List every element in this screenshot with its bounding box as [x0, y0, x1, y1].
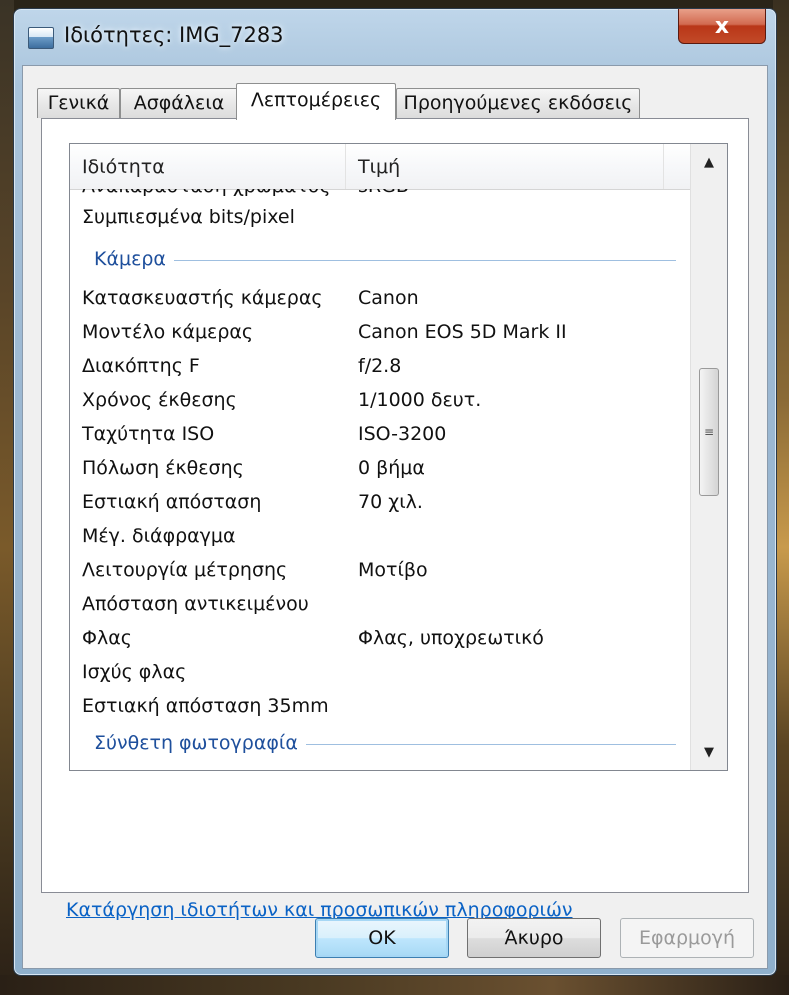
title-bar[interactable]: Ιδιότητες: IMG_7283 x [14, 9, 776, 65]
property-name: Χρόνος έκθεσης [82, 389, 237, 411]
list-item[interactable]: Συμπιεσμένα bits/pixel [70, 201, 690, 235]
list-item[interactable]: Ισχύς φλας [70, 656, 690, 690]
list-item[interactable]: Πόλωση έκθεσης 0 βήμα [70, 452, 690, 486]
property-value: 1/1000 δευτ. [358, 389, 482, 411]
group-label: Σύνθετη φωτογραφία [94, 732, 306, 754]
property-name: Κατασκευαστής κάμερας [82, 287, 323, 309]
grip-icon: ≡ [703, 425, 715, 439]
property-value: 0 βήμα [358, 457, 425, 479]
property-name: Λειτουργία μέτρησης [82, 559, 288, 581]
property-name: Φλας [82, 627, 132, 649]
scrollbar-thumb[interactable]: ≡ [699, 368, 719, 496]
property-name: Συμπιεσμένα bits/pixel [82, 206, 295, 228]
property-name: Ταχύτητα ISO [82, 423, 215, 445]
details-tab-panel: Ιδιότητα Τιμή Αναπαράσταση χρώματος sRGB… [41, 118, 749, 921]
group-label: Κάμερα [94, 248, 174, 270]
properties-dialog: Ιδιότητες: IMG_7283 x Γενικά Ασφάλεια Λε… [13, 8, 777, 976]
cancel-button[interactable]: Άκυρο [467, 918, 601, 958]
list-item[interactable]: Λειτουργία μέτρησης Μοτίβο [70, 554, 690, 588]
apply-button[interactable]: Εφαρμογή [620, 918, 754, 958]
group-header-composite-photo: Σύνθετη φωτογραφία [70, 726, 690, 762]
details-list[interactable]: Ιδιότητα Τιμή Αναπαράσταση χρώματος sRGB… [69, 143, 728, 771]
list-item[interactable]: Κατασκευαστής κάμερας Canon [70, 282, 690, 316]
property-name: Εστιακή απόσταση [82, 491, 262, 513]
window-title: Ιδιότητες: IMG_7283 [64, 23, 284, 47]
property-value: Μοτίβο [358, 559, 428, 581]
property-value: ISO-3200 [358, 423, 447, 445]
list-item[interactable]: Εστιακή απόσταση 70 χιλ. [70, 486, 690, 520]
group-header-camera: Κάμερα [70, 242, 690, 278]
list-item[interactable]: Μέγ. διάφραγμα [70, 520, 690, 554]
property-value: Canon [358, 287, 419, 309]
property-value: sRGB [358, 189, 409, 197]
close-icon: x [714, 13, 730, 39]
property-name: Μέγ. διάφραγμα [82, 525, 236, 547]
list-header: Ιδιότητα Τιμή [70, 144, 690, 190]
list-item[interactable]: Χρόνος έκθεσης 1/1000 δευτ. [70, 384, 690, 418]
tab-previous-versions[interactable]: Προηγούμενες εκδόσεις [396, 88, 640, 118]
list-rows: Αναπαράσταση χρώματος sRGB Συμπιεσμένα b… [70, 189, 690, 770]
desktop-background-left [0, 0, 14, 995]
property-name: Εστιακή απόσταση 35mm [82, 695, 329, 717]
property-name: Ισχύς φλας [82, 661, 187, 683]
list-item[interactable]: Μοντέλο κάμερας Canon EOS 5D Mark II [70, 316, 690, 350]
property-name: Διακόπτης F [82, 355, 200, 377]
list-item[interactable]: Εστιακή απόσταση 35mm [70, 690, 690, 724]
close-button[interactable]: x [678, 9, 766, 44]
tab-security[interactable]: Ασφάλεια [120, 88, 238, 118]
property-name: Μοντέλο κάμερας [82, 321, 254, 343]
list-item[interactable]: Απόσταση αντικειμένου [70, 588, 690, 622]
scroll-up-arrow-icon[interactable]: ▲ [691, 144, 727, 180]
ok-button[interactable]: OK [315, 918, 449, 958]
vertical-scrollbar[interactable]: ▲ ≡ ▼ [690, 144, 727, 770]
property-value: f/2.8 [358, 355, 402, 377]
property-value: 70 χιλ. [358, 491, 423, 513]
scroll-down-arrow-icon[interactable]: ▼ [691, 734, 727, 770]
group-divider [94, 260, 676, 261]
tab-details[interactable]: Λεπτομέρειες [236, 83, 396, 120]
property-name: Αναπαράσταση χρώματος [82, 189, 331, 197]
property-name: Απόσταση αντικειμένου [82, 593, 309, 615]
desktop-background-bottom [0, 975, 789, 995]
image-file-icon [28, 27, 54, 49]
property-value: Φλας, υποχρεωτικό [358, 627, 544, 649]
dialog-client-area: Γενικά Ασφάλεια Λεπτομέρειες Προηγούμενε… [22, 65, 768, 969]
column-header-property[interactable]: Ιδιότητα [70, 144, 346, 189]
property-name: Πόλωση έκθεσης [82, 457, 244, 479]
tab-general[interactable]: Γενικά [37, 88, 120, 118]
list-item[interactable]: Φλας Φλας, υποχρεωτικό [70, 622, 690, 656]
list-item[interactable]: Ταχύτητα ISO ISO-3200 [70, 418, 690, 452]
list-item[interactable]: Διακόπτης F f/2.8 [70, 350, 690, 384]
column-header-value[interactable]: Τιμή [346, 144, 664, 189]
property-value: Canon EOS 5D Mark II [358, 321, 567, 343]
